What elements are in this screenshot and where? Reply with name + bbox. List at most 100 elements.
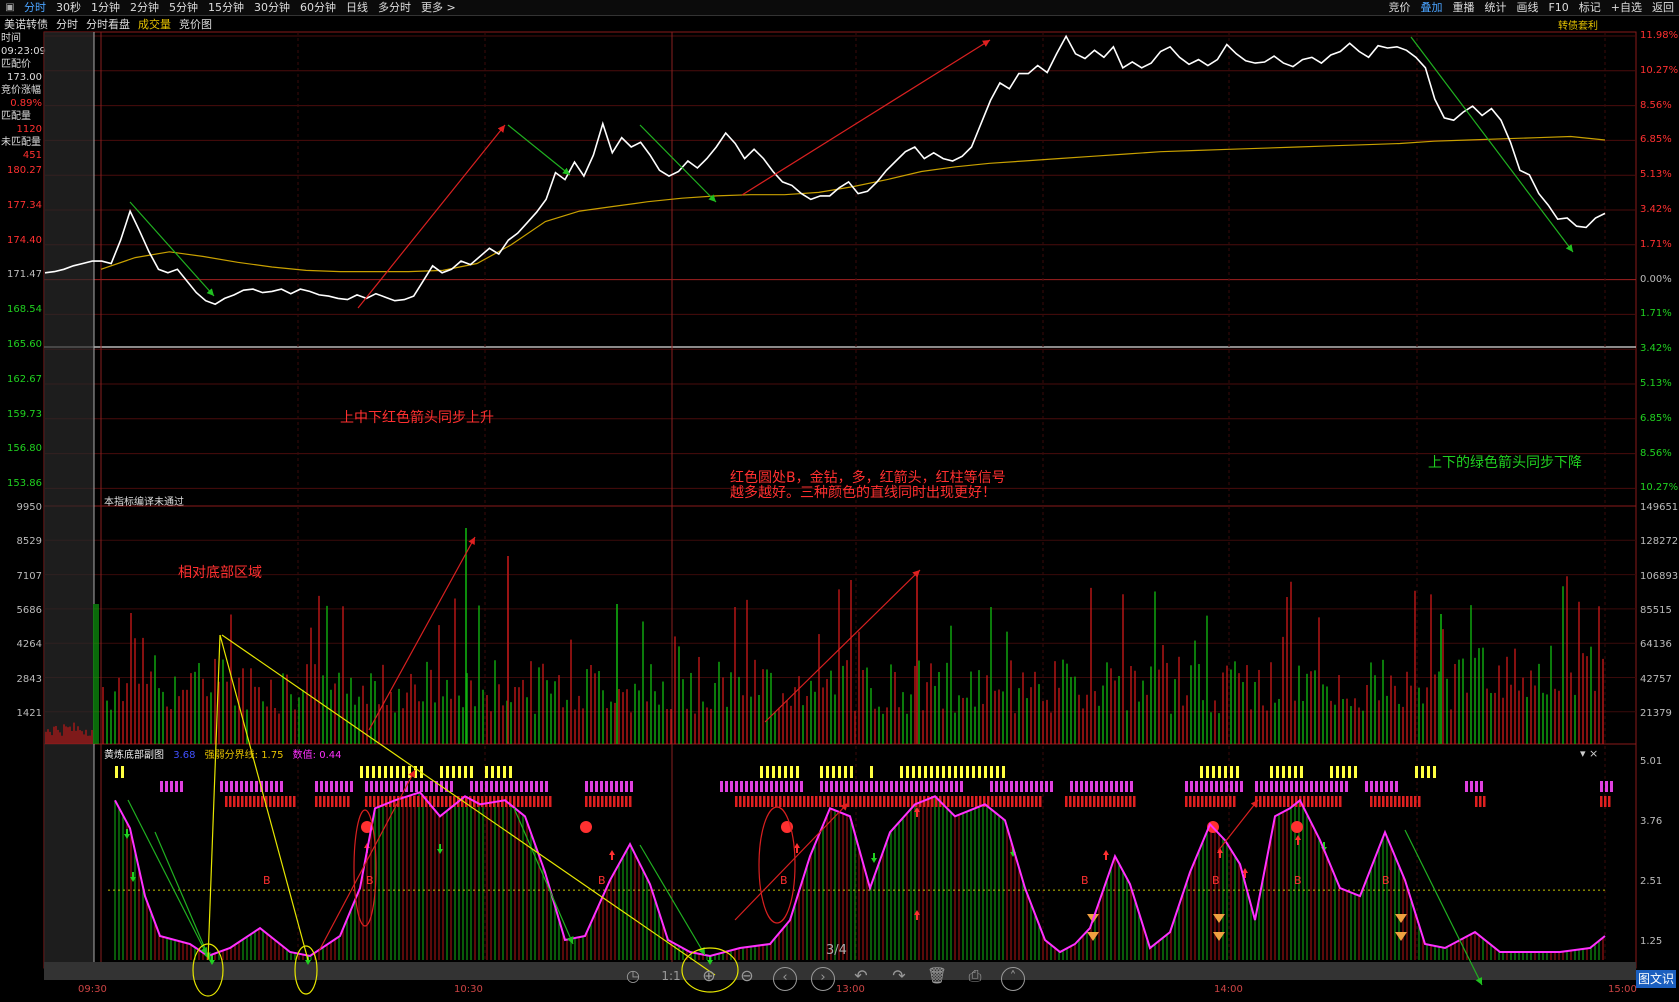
down-arrow-icon: [124, 829, 130, 839]
right-tab-7[interactable]: +自选: [1606, 0, 1647, 15]
signal-magenta: [1045, 781, 1048, 792]
right-tab-0[interactable]: 竞价: [1383, 0, 1415, 15]
tab-10[interactable]: 更多 >: [416, 0, 461, 15]
signal-magenta: [1600, 781, 1603, 792]
signal-red: [739, 796, 742, 807]
signal-dot: [1207, 821, 1219, 833]
undo-icon[interactable]: ↶: [846, 963, 876, 989]
pct-tick: 8.56%: [1640, 99, 1672, 111]
signal-magenta: [765, 781, 768, 792]
signal-magenta: [385, 781, 388, 792]
up-arrow-icon: [1242, 868, 1248, 878]
info-match-price-value: 173.00: [7, 72, 42, 83]
zoom-in-icon[interactable]: ⊕: [694, 963, 724, 989]
diamond-icon: [1213, 914, 1225, 923]
signal-magenta: [785, 781, 788, 792]
ocr-badge[interactable]: 图文识: [1636, 970, 1676, 988]
tab-0[interactable]: 分时: [19, 0, 51, 15]
signal-magenta: [1465, 781, 1468, 792]
redo-icon[interactable]: ↷: [884, 963, 914, 989]
signal-red: [1007, 796, 1010, 807]
signal-red: [517, 796, 520, 807]
right-tab-1[interactable]: 叠加: [1415, 0, 1447, 15]
signal-yellow: [1348, 766, 1351, 778]
indicator-error-note: 本指标编译未通过: [104, 497, 184, 508]
signal-yellow: [1212, 766, 1215, 778]
signal-magenta: [960, 781, 963, 792]
prev-icon[interactable]: ‹: [770, 963, 800, 991]
clock-icon[interactable]: ◷: [618, 963, 648, 989]
tab-5[interactable]: 15分钟: [203, 0, 249, 15]
signal-red: [373, 796, 376, 807]
pct-tick: 10.27%: [1640, 64, 1679, 76]
right-tab-2[interactable]: 重播: [1447, 0, 1479, 15]
up-arrow-icon: [914, 807, 920, 817]
signal-magenta: [1205, 781, 1208, 792]
red-trend-arrow: [741, 39, 991, 196]
signal-magenta: [1040, 781, 1043, 792]
tab-7[interactable]: 60分钟: [295, 0, 341, 15]
signal-dot: [361, 821, 373, 833]
signal-magenta: [330, 781, 333, 792]
delete-icon[interactable]: 🗑: [922, 963, 952, 989]
indicator-close-icon[interactable]: ▾ ×: [1580, 747, 1598, 760]
green-trend-arrow: [1410, 36, 1574, 253]
signal-red: [855, 796, 858, 807]
tab-8[interactable]: 日线: [341, 0, 373, 15]
signal-red: [421, 796, 424, 807]
sub-tab-intraday[interactable]: 分时: [52, 16, 82, 32]
right-tab-3[interactable]: 统计: [1479, 0, 1511, 15]
yellow-guide-line: [207, 634, 221, 961]
signal-red: [481, 796, 484, 807]
annotation-signals: 红色圆处B，金钻，多，红箭头，红柱等信号越多越好。三种颜色的直线同时出现更好！: [730, 470, 1006, 501]
signal-red: [1035, 796, 1038, 807]
right-tab-4[interactable]: 画线: [1511, 0, 1543, 15]
signal-magenta: [745, 781, 748, 792]
signal-magenta: [1000, 781, 1003, 792]
signal-magenta: [220, 781, 223, 792]
signal-red: [747, 796, 750, 807]
right-tab-5[interactable]: F10: [1543, 0, 1573, 15]
signal-yellow: [900, 766, 903, 778]
signal-yellow: [1427, 766, 1430, 778]
arbitrage-link[interactable]: 转债套利: [1558, 17, 1598, 32]
signal-red: [1073, 796, 1076, 807]
signal-red: [585, 796, 588, 807]
next-icon[interactable]: ›: [808, 963, 838, 991]
signal-yellow: [458, 766, 461, 778]
print-icon[interactable]: ⎙: [960, 963, 990, 989]
signal-magenta: [920, 781, 923, 792]
vol-tick: 2843: [16, 673, 42, 685]
sub-tab-volume[interactable]: 成交量: [134, 16, 175, 32]
window-icon[interactable]: ▣: [3, 1, 17, 14]
signal-yellow: [1002, 766, 1005, 778]
signal-red: [405, 796, 408, 807]
ratio-icon[interactable]: 1:1: [656, 963, 686, 989]
tab-1[interactable]: 30秒: [51, 0, 86, 15]
signal-red: [529, 796, 532, 807]
signal-magenta: [590, 781, 593, 792]
pct-tick: 1.71%: [1640, 238, 1672, 250]
right-tab-8[interactable]: 返回: [1647, 0, 1679, 15]
tab-3[interactable]: 2分钟: [125, 0, 164, 15]
tab-6[interactable]: 30分钟: [249, 0, 295, 15]
tab-2[interactable]: 1分钟: [86, 0, 125, 15]
tab-9[interactable]: 多分时: [373, 0, 416, 15]
signal-red: [1271, 796, 1274, 807]
signal-red: [339, 796, 342, 807]
sub-tab-auction[interactable]: 竞价图: [175, 16, 216, 32]
up-icon[interactable]: ˄: [998, 963, 1028, 991]
signal-red: [1259, 796, 1262, 807]
signal-red: [835, 796, 838, 807]
zoom-out-icon[interactable]: ⊖: [732, 963, 762, 989]
sub-tab-monitor[interactable]: 分时看盘: [82, 16, 134, 32]
signal-yellow: [972, 766, 975, 778]
signal-red: [1406, 796, 1409, 807]
highlight-ellipse: [192, 943, 224, 997]
right-tab-6[interactable]: 标记: [1574, 0, 1606, 15]
signal-magenta: [1240, 781, 1243, 792]
signal-red: [409, 796, 412, 807]
tab-4[interactable]: 5分钟: [164, 0, 203, 15]
signal-red: [783, 796, 786, 807]
signal-red: [265, 796, 268, 807]
